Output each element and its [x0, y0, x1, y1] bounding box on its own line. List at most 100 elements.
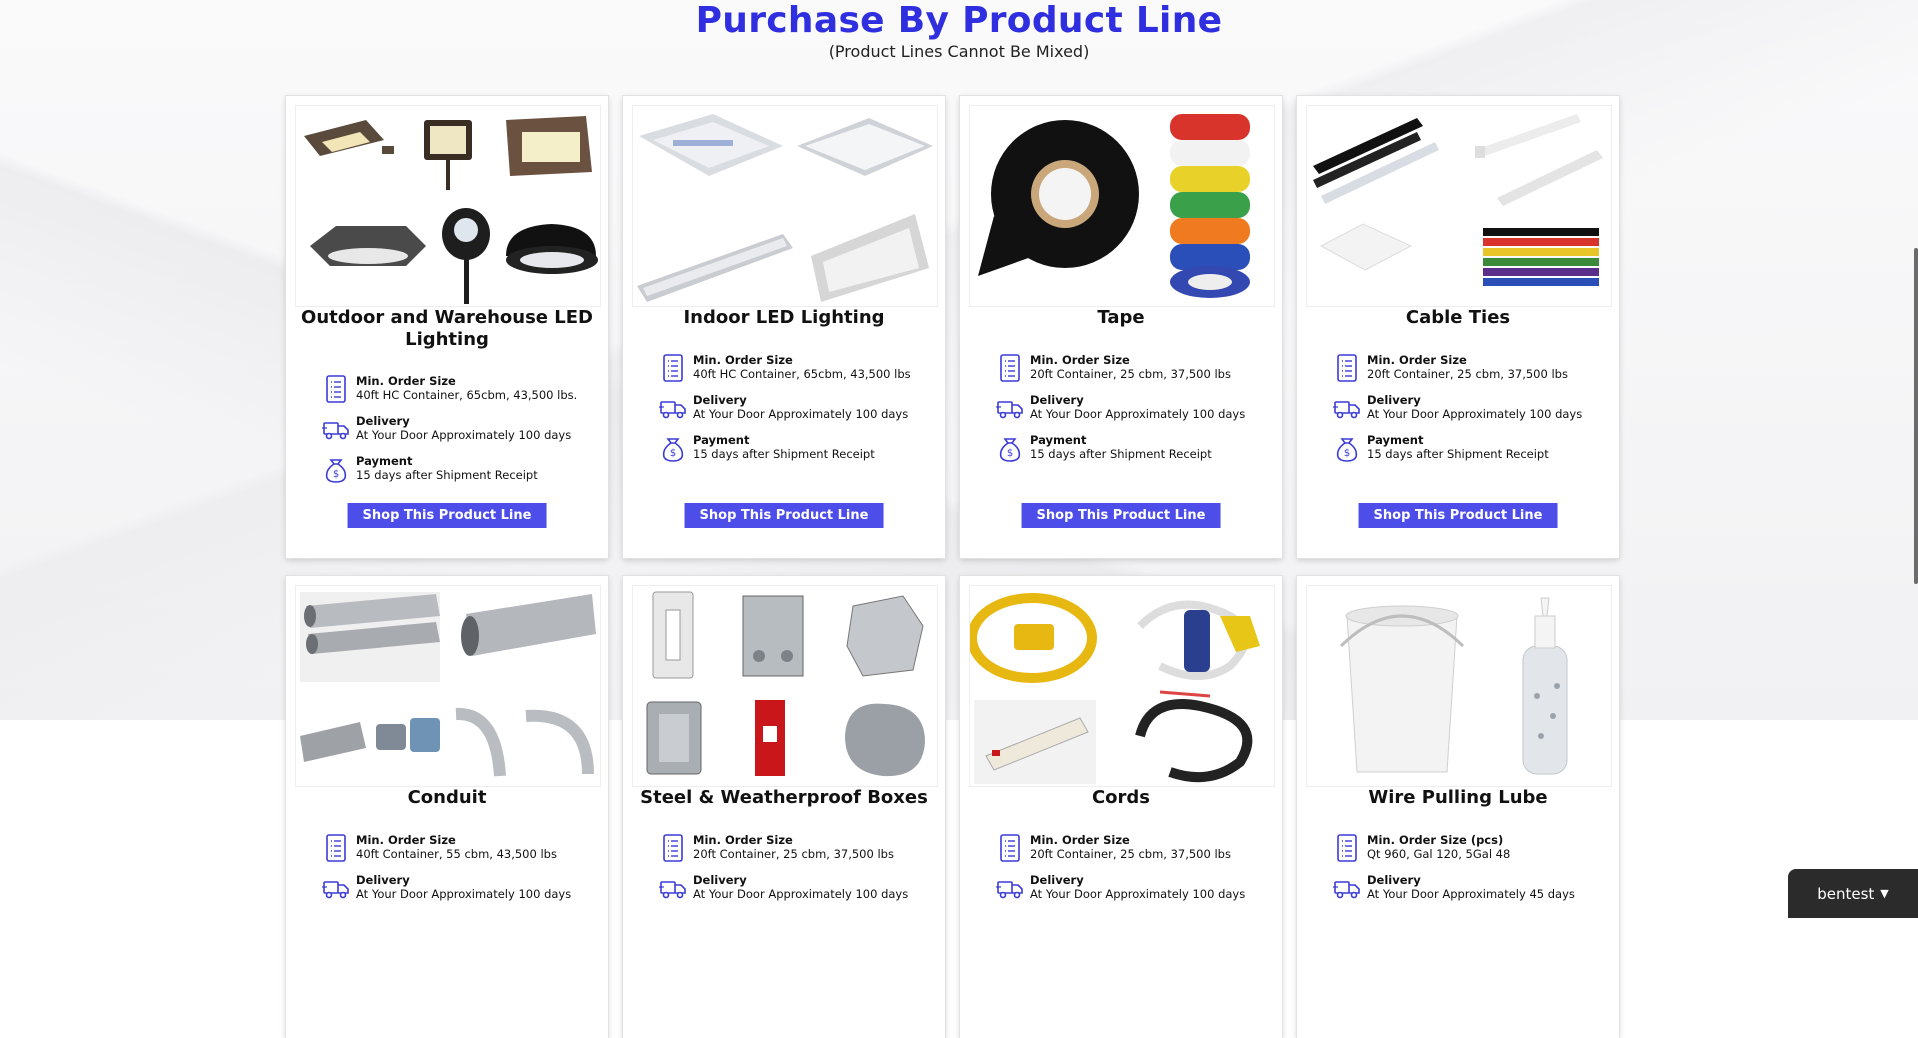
user-menu-button[interactable]: bentest ▼ — [1788, 869, 1918, 918]
truck-icon — [996, 873, 1024, 903]
product-info: Min. Order Size 40ft Container, 55 cbm, … — [322, 833, 598, 913]
delivery-value: At Your Door Approximately 45 days — [1367, 887, 1575, 901]
shop-product-line-button[interactable]: Shop This Product Line — [1021, 503, 1221, 528]
shop-product-line-button[interactable]: Shop This Product Line — [684, 503, 884, 528]
delivery-value: At Your Door Approximately 100 days — [1367, 407, 1583, 421]
delivery-value: At Your Door Approximately 100 days — [356, 887, 572, 901]
delivery-row: Delivery At Your Door Approximately 45 d… — [1333, 873, 1609, 907]
product-image[interactable] — [632, 585, 938, 787]
min-order-row: Min. Order Size 20ft Container, 25 cbm, … — [996, 833, 1272, 867]
product-card: Cords Min. Order Size 20ft Container, 25… — [960, 576, 1282, 1038]
truck-icon — [1333, 393, 1361, 423]
min-order-row: Min. Order Size (pcs) Qt 960, Gal 120, 5… — [1333, 833, 1609, 867]
product-title[interactable]: Conduit — [296, 787, 598, 809]
payment-label: Payment — [1367, 433, 1424, 447]
shop-product-line-button[interactable]: Shop This Product Line — [347, 503, 547, 528]
delivery-row: Delivery At Your Door Approximately 100 … — [659, 873, 935, 907]
product-title[interactable]: Indoor LED Lighting — [633, 307, 935, 329]
document-list-icon — [659, 833, 687, 863]
document-list-icon — [1333, 353, 1361, 383]
delivery-row: Delivery At Your Door Approximately 100 … — [659, 393, 935, 427]
product-info: Min. Order Size 20ft Container, 25 cbm, … — [996, 353, 1272, 473]
truck-icon — [322, 873, 350, 903]
chevron-down-icon: ▼ — [1880, 887, 1889, 900]
delivery-row: Delivery At Your Door Approximately 100 … — [322, 873, 598, 907]
product-info: Min. Order Size 40ft HC Container, 65cbm… — [659, 353, 935, 473]
document-list-icon — [322, 833, 350, 863]
product-title[interactable]: Cords — [970, 787, 1272, 809]
shop-product-line-button[interactable]: Shop This Product Line — [1358, 503, 1558, 528]
truck-icon — [1333, 873, 1361, 903]
delivery-label: Delivery — [693, 873, 747, 887]
product-image[interactable] — [295, 585, 601, 787]
min-order-row: Min. Order Size 20ft Container, 25 cbm, … — [996, 353, 1272, 387]
delivery-label: Delivery — [356, 414, 410, 428]
document-list-icon — [996, 833, 1024, 863]
product-card: Steel & Weatherproof Boxes Min. Order Si… — [623, 576, 945, 1038]
product-image[interactable] — [632, 105, 938, 307]
min-order-label: Min. Order Size — [1367, 353, 1467, 367]
product-card: Cable Ties Min. Order Size 20ft Containe… — [1297, 96, 1619, 558]
product-title[interactable]: Steel & Weatherproof Boxes — [633, 787, 935, 809]
product-image[interactable] — [969, 105, 1275, 307]
min-order-value: 40ft HC Container, 65cbm, 43,500 lbs. — [356, 388, 578, 402]
min-order-row: Min. Order Size 20ft Container, 25 cbm, … — [659, 833, 935, 867]
truck-icon — [996, 393, 1024, 423]
min-order-value: 40ft Container, 55 cbm, 43,500 lbs — [356, 847, 557, 861]
payment-value: 15 days after Shipment Receipt — [693, 447, 875, 461]
product-image[interactable] — [1306, 105, 1612, 307]
delivery-value: At Your Door Approximately 100 days — [693, 407, 909, 421]
payment-value: 15 days after Shipment Receipt — [356, 468, 538, 482]
product-title[interactable]: Wire Pulling Lube — [1307, 787, 1609, 809]
delivery-value: At Your Door Approximately 100 days — [693, 887, 909, 901]
product-title[interactable]: Tape — [970, 307, 1272, 329]
delivery-label: Delivery — [1030, 873, 1084, 887]
scrollbar-thumb[interactable] — [1914, 248, 1918, 584]
payment-label: Payment — [693, 433, 750, 447]
min-order-row: Min. Order Size 40ft HC Container, 65cbm… — [659, 353, 935, 387]
delivery-row: Delivery At Your Door Approximately 100 … — [996, 873, 1272, 907]
product-card: Conduit Min. Order Size 40ft Container, … — [286, 576, 608, 1038]
min-order-row: Min. Order Size 40ft HC Container, 65cbm… — [322, 374, 598, 408]
document-list-icon — [322, 374, 350, 404]
product-line-grid: Outdoor and Warehouse LED Lighting Min. … — [286, 96, 1622, 1038]
document-list-icon — [659, 353, 687, 383]
product-title[interactable]: Cable Ties — [1307, 307, 1609, 329]
product-card: Wire Pulling Lube Min. Order Size (pcs) … — [1297, 576, 1619, 1038]
product-image[interactable] — [1306, 585, 1612, 787]
money-bag-icon: $ — [996, 433, 1024, 463]
truck-icon — [322, 414, 350, 444]
money-bag-icon: $ — [322, 454, 350, 484]
truck-icon — [659, 393, 687, 423]
delivery-label: Delivery — [1367, 393, 1421, 407]
page-subtitle: (Product Lines Cannot Be Mixed) — [828, 42, 1090, 61]
product-info: Min. Order Size 40ft HC Container, 65cbm… — [322, 374, 598, 494]
payment-value: 15 days after Shipment Receipt — [1367, 447, 1549, 461]
product-card: Indoor LED Lighting Min. Order Size 40ft… — [623, 96, 945, 558]
svg-text:$: $ — [1344, 448, 1350, 459]
money-bag-icon: $ — [1333, 433, 1361, 463]
payment-label: Payment — [356, 454, 413, 468]
product-image[interactable] — [295, 105, 601, 307]
payment-label: Payment — [1030, 433, 1087, 447]
section-header: Purchase By Product Line (Product Lines … — [0, 0, 1918, 62]
min-order-label: Min. Order Size — [356, 374, 456, 388]
product-image[interactable] — [969, 585, 1275, 787]
min-order-label: Min. Order Size — [693, 833, 793, 847]
payment-value: 15 days after Shipment Receipt — [1030, 447, 1212, 461]
document-list-icon — [996, 353, 1024, 383]
product-title[interactable]: Outdoor and Warehouse LED Lighting — [296, 307, 598, 351]
min-order-value: 20ft Container, 25 cbm, 37,500 lbs — [1367, 367, 1568, 381]
payment-row: $ Payment 15 days after Shipment Receipt — [996, 433, 1272, 467]
svg-text:$: $ — [333, 469, 339, 480]
delivery-label: Delivery — [693, 393, 747, 407]
product-card: Tape Min. Order Size 20ft Container, 25 … — [960, 96, 1282, 558]
svg-text:$: $ — [670, 448, 676, 459]
truck-icon — [659, 873, 687, 903]
delivery-row: Delivery At Your Door Approximately 100 … — [996, 393, 1272, 427]
payment-row: $ Payment 15 days after Shipment Receipt — [1333, 433, 1609, 467]
min-order-row: Min. Order Size 20ft Container, 25 cbm, … — [1333, 353, 1609, 387]
delivery-label: Delivery — [1367, 873, 1421, 887]
min-order-label: Min. Order Size (pcs) — [1367, 833, 1504, 847]
page-title: Purchase By Product Line — [695, 0, 1223, 41]
